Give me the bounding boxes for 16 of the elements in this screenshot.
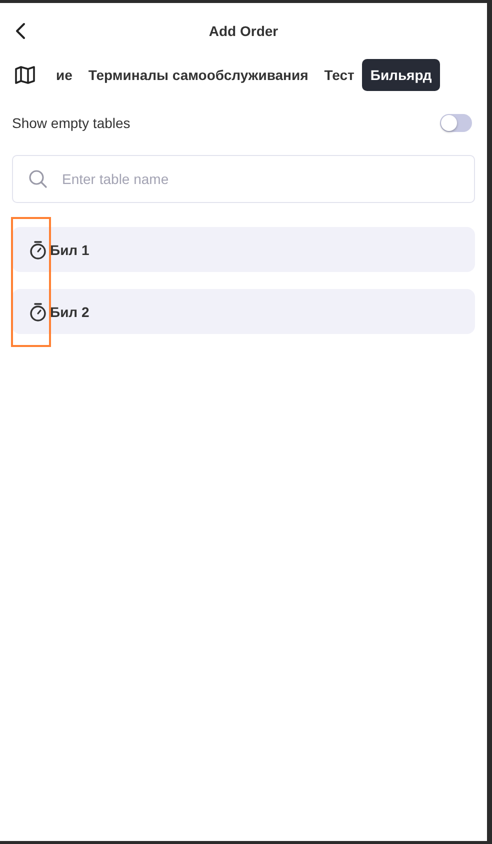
category-tab[interactable]: Тест [316, 59, 362, 91]
table-row[interactable]: Бил 2 [12, 289, 475, 334]
toggle-label: Show empty tables [12, 115, 130, 131]
category-tab[interactable]: Терминалы самообслуживания [80, 59, 316, 91]
category-tab[interactable]: ие [48, 59, 80, 91]
search-icon [28, 169, 48, 189]
stopwatch-icon [29, 302, 47, 322]
map-icon[interactable] [14, 65, 36, 85]
table-name: Бил 1 [50, 242, 90, 258]
search-field[interactable]: Enter table name [12, 155, 475, 203]
table-row[interactable]: Бил 1 [12, 227, 475, 272]
stopwatch-icon [29, 240, 47, 260]
table-name: Бил 2 [50, 304, 90, 320]
toggle-switch[interactable] [440, 114, 472, 132]
screen-title: Add Order [208, 22, 278, 38]
category-tab[interactable]: Бильярд [362, 59, 440, 91]
